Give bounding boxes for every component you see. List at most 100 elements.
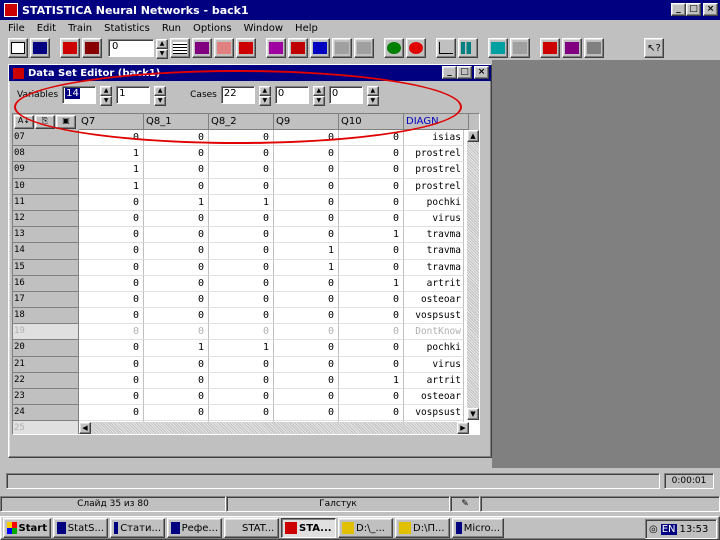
dataset-minimize-button[interactable]: _	[442, 66, 457, 79]
row-header[interactable]: 18	[13, 308, 79, 325]
save-icon[interactable]	[30, 38, 50, 58]
row-header[interactable]: 07	[13, 130, 79, 147]
value-cell[interactable]: 0	[339, 259, 404, 276]
menu-window[interactable]: Window	[244, 23, 283, 34]
save-cells-icon[interactable]: ▣	[56, 115, 76, 129]
value-cell[interactable]: 0	[79, 194, 144, 211]
value-cell[interactable]: 0	[274, 227, 339, 244]
close-button[interactable]: ×	[703, 3, 718, 16]
value-cell[interactable]: 0	[209, 275, 274, 292]
table-row[interactable]: 20 0 1 1 0 0 pochki	[13, 340, 469, 357]
table-icon[interactable]	[584, 38, 604, 58]
topology-icon[interactable]	[488, 38, 508, 58]
taskbar-item[interactable]: Рефе...	[167, 518, 222, 538]
dataset-maximize-button[interactable]: □	[457, 66, 472, 79]
dataset-editor-icon[interactable]	[170, 38, 190, 58]
variables-output-input[interactable]: 1	[116, 86, 151, 104]
table-row[interactable]: 09 1 0 0 0 0 prostrel	[13, 162, 469, 179]
diagnosis-cell[interactable]: DontKnow	[404, 324, 464, 341]
value-cell[interactable]: 0	[274, 194, 339, 211]
value-cell[interactable]: 0	[209, 130, 274, 147]
value-cell[interactable]: 1	[209, 194, 274, 211]
value-cell[interactable]: 0	[209, 356, 274, 373]
clock[interactable]: 13:53	[680, 524, 709, 535]
value-cell[interactable]: 0	[209, 227, 274, 244]
menu-options[interactable]: Options	[193, 23, 232, 34]
scroll-right-button[interactable]: ▶	[457, 422, 469, 434]
value-cell[interactable]: 0	[339, 324, 404, 341]
value-cell[interactable]: 0	[339, 146, 404, 163]
table-row[interactable]: 14 0 0 0 1 0 travma	[13, 243, 469, 260]
network-icon[interactable]	[60, 38, 80, 58]
diagnosis-cell[interactable]: artrit	[404, 372, 464, 389]
value-cell[interactable]: 0	[79, 259, 144, 276]
scroll-up-button[interactable]: ▲	[467, 130, 479, 142]
menu-help[interactable]: Help	[295, 23, 318, 34]
diagnosis-cell[interactable]: prostrel	[404, 178, 464, 195]
value-cell[interactable]: 0	[144, 210, 209, 228]
value-cell[interactable]: 1	[209, 340, 274, 357]
value-cell[interactable]: 0	[79, 291, 144, 309]
value-cell[interactable]: 0	[144, 356, 209, 373]
value-cell[interactable]: 0	[339, 308, 404, 325]
diagnosis-cell[interactable]: pochki	[404, 194, 464, 211]
value-cell[interactable]: 0	[144, 178, 209, 195]
column-header-q7[interactable]: Q7	[79, 114, 144, 130]
column-header-q9[interactable]: Q9	[274, 114, 339, 130]
value-cell[interactable]: 0	[339, 194, 404, 211]
sensitivity-icon[interactable]	[540, 38, 560, 58]
table-row[interactable]: 18 0 0 0 0 0 vospsust	[13, 308, 469, 325]
cases-training-spinner[interactable]: ▲ ▼	[258, 86, 271, 106]
toolbar-field[interactable]: 0	[108, 39, 154, 57]
value-cell[interactable]: 1	[79, 178, 144, 195]
diagnosis-cell[interactable]: travma	[404, 227, 464, 244]
table-row[interactable]: 12 0 0 0 0 0 virus	[13, 210, 469, 228]
value-cell[interactable]: 0	[339, 178, 404, 195]
column-header-q10[interactable]: Q10	[339, 114, 404, 130]
diagnosis-cell[interactable]: prostrel	[404, 146, 464, 163]
value-cell[interactable]: 0	[274, 356, 339, 373]
menu-statistics[interactable]: Statistics	[104, 23, 150, 34]
table-row[interactable]: 07 0 0 0 0 0 isias	[13, 130, 469, 147]
value-cell[interactable]: 0	[144, 405, 209, 422]
value-cell[interactable]: 0	[79, 210, 144, 228]
context-help-icon[interactable]: ↖?	[644, 38, 664, 58]
menu-file[interactable]: File	[8, 23, 25, 34]
table-row[interactable]: 13 0 0 0 0 1 travma	[13, 227, 469, 244]
menu-train[interactable]: Train	[68, 23, 92, 34]
table-row[interactable]: 11 0 1 1 0 0 pochki	[13, 194, 469, 211]
volume-icon[interactable]: ◎	[649, 524, 658, 535]
value-cell[interactable]: 0	[274, 308, 339, 325]
value-cell[interactable]: 0	[209, 259, 274, 276]
minimize-button[interactable]: _	[671, 3, 686, 16]
value-cell[interactable]: 0	[339, 291, 404, 309]
table-row[interactable]: 10 1 0 0 0 0 prostrel	[13, 178, 469, 195]
value-cell[interactable]: 0	[274, 340, 339, 357]
value-cell[interactable]: 0	[79, 275, 144, 292]
run-icon[interactable]	[384, 38, 404, 58]
value-cell[interactable]: 0	[274, 162, 339, 179]
value-cell[interactable]: 0	[79, 130, 144, 147]
value-cell[interactable]: 0	[339, 389, 404, 406]
start-button[interactable]: Start	[3, 518, 51, 538]
value-cell[interactable]: 0	[274, 178, 339, 195]
value-cell[interactable]: 0	[274, 389, 339, 406]
network-edit-icon[interactable]	[82, 38, 102, 58]
row-header[interactable]: 25	[13, 421, 79, 434]
table-row[interactable]: 15 0 0 0 1 0 travma	[13, 259, 469, 276]
value-cell[interactable]: 1	[144, 340, 209, 357]
maximize-button[interactable]: □	[686, 3, 701, 16]
value-cell[interactable]: 0	[209, 324, 274, 341]
row-header[interactable]: 20	[13, 340, 79, 357]
taskbar-item[interactable]: D:\П...	[395, 518, 450, 538]
stop-icon[interactable]	[406, 38, 426, 58]
column-header-q8-2[interactable]: Q8_2	[209, 114, 274, 130]
diagnosis-cell[interactable]: osteoar	[404, 389, 464, 406]
value-cell[interactable]: 0	[274, 291, 339, 309]
value-cell[interactable]: 0	[209, 405, 274, 422]
diagnosis-cell[interactable]: vospsust	[404, 405, 464, 422]
value-cell[interactable]: 0	[339, 210, 404, 228]
value-cell[interactable]: 0	[274, 210, 339, 228]
cases-test-spinner[interactable]: ▲ ▼	[366, 86, 379, 106]
diagnosis-cell[interactable]: pochki	[404, 340, 464, 357]
